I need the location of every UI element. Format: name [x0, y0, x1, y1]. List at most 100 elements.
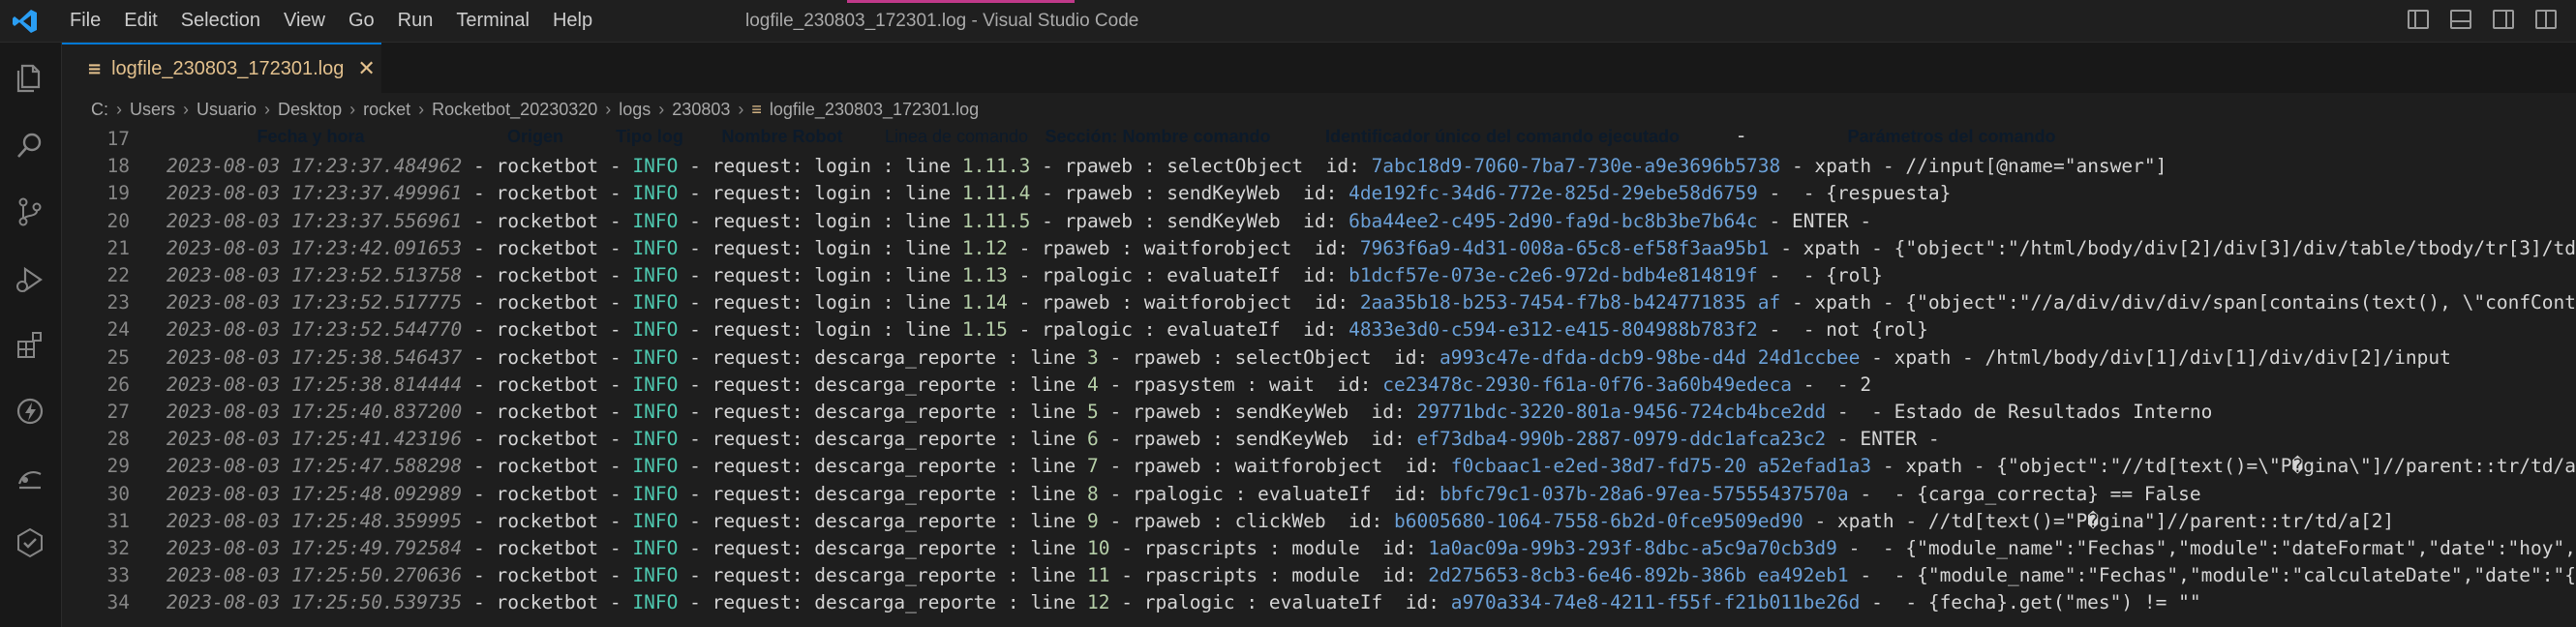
log-command-section: rpascripts : module — [1143, 564, 1360, 587]
breadcrumb-item[interactable]: rocket — [363, 100, 410, 120]
run-debug-icon[interactable] — [14, 263, 46, 296]
log-command-params: - - {carga_correcta} == False — [1860, 482, 2201, 505]
chevron-right-icon: › — [658, 99, 665, 119]
line-number: 22 — [106, 264, 130, 286]
log-command-section: rpalogic : evaluateIf — [1042, 318, 1281, 342]
source-control-icon[interactable] — [14, 195, 46, 228]
breadcrumb-item[interactable]: Users — [130, 100, 175, 120]
menu-run[interactable]: Run — [386, 0, 445, 42]
log-command-params: - - Estado de Resultados Interno — [1836, 401, 2213, 423]
menu-terminal[interactable]: Terminal — [444, 0, 541, 42]
log-command-line: 7 — [1087, 455, 1099, 478]
log-level: INFO — [632, 209, 679, 232]
menu-file[interactable]: File — [58, 0, 112, 42]
breadcrumb-item[interactable]: 230803 — [672, 100, 730, 120]
breadcrumb-item[interactable]: logfile_230803_172301.log — [770, 100, 979, 120]
log-line[interactable]: 23 2023-08-03 17:23:52.517775 - rocketbot… — [62, 289, 2576, 316]
breadcrumb-item[interactable]: logs — [619, 100, 651, 120]
log-line[interactable]: 33 2023-08-03 17:25:50.270636 - rocketbot… — [62, 562, 2576, 589]
log-line[interactable]: 26 2023-08-03 17:25:38.814444 - rocketbot… — [62, 372, 1872, 399]
line-number: 21 — [106, 236, 130, 259]
extensions-icon[interactable] — [14, 329, 46, 362]
log-command-id: 4833e3d0-c594-e312-e415-804988b783f2 — [1349, 318, 1758, 342]
log-command-params: - xpath - /html/body/div[1]/div[1]/div/d… — [1871, 345, 2451, 369]
log-line[interactable]: 21 2023-08-03 17:23:42.091653 - rocketbot… — [62, 235, 2576, 262]
menu-edit[interactable]: Edit — [112, 0, 168, 42]
log-command-params: - xpath - {"object":"//a/div/div/div/spa… — [1791, 291, 2576, 314]
menu-go[interactable]: Go — [337, 0, 386, 42]
log-line[interactable]: 18 2023-08-03 17:23:37.484962 - rocketbot… — [62, 153, 2167, 180]
log-origin: rocketbot — [496, 591, 599, 614]
log-line[interactable]: 22 2023-08-03 17:23:52.513758 - rocketbot… — [62, 262, 1883, 289]
explorer-icon[interactable] — [14, 62, 46, 95]
log-command-params: - - {"module_name":"Fechas","module":"ca… — [1860, 564, 2576, 587]
search-icon[interactable] — [14, 130, 46, 163]
log-level: INFO — [632, 155, 679, 178]
log-command-line: 1.12 — [961, 236, 1008, 259]
log-command-id: ef73dba4-990b-2887-0979-ddc1afca23c2 — [1416, 428, 1827, 451]
log-timestamp: 2023-08-03 17:25:50.270636 — [167, 564, 463, 587]
log-command-params: - - 2 — [1803, 373, 1872, 396]
line-number: 24 — [106, 318, 130, 342]
log-line[interactable]: 30 2023-08-03 17:25:48.092989 - rocketbot… — [62, 481, 2201, 508]
log-level: INFO — [632, 345, 679, 369]
menu-help[interactable]: Help — [541, 0, 604, 42]
line-number: 25 — [106, 345, 130, 369]
breadcrumb-item[interactable]: C: — [91, 100, 108, 120]
breadcrumb-item[interactable]: Desktop — [278, 100, 342, 120]
log-command-section: rpaweb : sendKeyWeb — [1064, 182, 1281, 205]
editor-text-area[interactable]: 17 18 2023-08-03 17:23:37.484962 - rocketb… — [62, 126, 2576, 627]
log-command-id: bbfc79c1-037b-28a6-97ea-57555437570a — [1440, 482, 1849, 505]
log-timestamp: 2023-08-03 17:23:42.091653 — [167, 236, 463, 259]
log-line[interactable]: 28 2023-08-03 17:25:41.423196 - rocketbot… — [62, 426, 1940, 453]
log-origin: rocketbot — [496, 455, 599, 478]
log-command-id: a970a334-74e8-4211-f55f-f21b011be26d — [1450, 591, 1861, 614]
log-line[interactable]: 31 2023-08-03 17:25:48.359995 - rocketbot… — [62, 508, 2395, 535]
toggle-primary-sidebar-icon[interactable] — [2408, 10, 2429, 29]
menu-selection[interactable]: Selection — [169, 0, 272, 42]
log-command-line: 1.15 — [961, 318, 1008, 342]
menu-view[interactable]: View — [272, 0, 337, 42]
line-number: 29 — [106, 455, 130, 478]
close-tab-icon[interactable]: ✕ — [357, 57, 375, 81]
line-number: 23 — [106, 291, 130, 314]
toggle-secondary-sidebar-icon[interactable] — [2493, 10, 2514, 29]
log-level: INFO — [632, 482, 679, 505]
rocketbot-icon[interactable] — [14, 395, 46, 428]
chevron-right-icon: › — [349, 99, 356, 119]
tab-logfile[interactable]: ≡ logfile_230803_172301.log ✕ — [62, 43, 381, 93]
log-command-section: rpaweb : waitforobject — [1133, 455, 1383, 478]
log-line[interactable]: 17 — [62, 126, 167, 153]
log-line[interactable]: 27 2023-08-03 17:25:40.837200 - rocketbot… — [62, 399, 2213, 426]
log-robot-name: login — [814, 291, 871, 314]
accounts-icon[interactable] — [14, 526, 46, 559]
log-command-section: rpasystem : wait — [1133, 373, 1315, 396]
log-line[interactable]: 29 2023-08-03 17:25:47.588298 - rocketbot… — [62, 453, 2576, 480]
line-number: 18 — [106, 155, 130, 178]
log-timestamp: 2023-08-03 17:25:38.546437 — [167, 345, 463, 369]
log-command-section: rpaweb : sendKeyWeb — [1064, 209, 1281, 232]
log-line[interactable]: 32 2023-08-03 17:25:49.792584 - rocketbot… — [62, 535, 2576, 562]
log-command-id: 6ba44ee2-c495-2d90-fa9d-bc8b3be7b64c — [1349, 209, 1758, 232]
log-level: INFO — [632, 509, 679, 532]
log-origin: rocketbot — [496, 182, 599, 205]
log-origin: rocketbot — [496, 291, 599, 314]
log-robot-name: descarga_reporte — [814, 373, 997, 396]
log-command-section: rpaweb : clickWeb — [1133, 509, 1326, 532]
customize-layout-icon[interactable] — [2535, 10, 2557, 29]
log-line[interactable]: 20 2023-08-03 17:23:37.556961 - rocketbot… — [62, 208, 1872, 235]
log-origin: rocketbot — [496, 401, 599, 423]
log-robot-name: descarga_reporte — [814, 537, 997, 559]
log-line[interactable]: 34 2023-08-03 17:25:50.539735 - rocketbot… — [62, 589, 2201, 616]
log-command-line: 10 — [1087, 537, 1110, 559]
breadcrumb-item[interactable]: Usuario — [197, 100, 257, 120]
log-line[interactable]: 19 2023-08-03 17:23:37.499961 - rocketbot… — [62, 180, 1952, 207]
log-robot-name: login — [814, 264, 871, 286]
vscode-logo-icon[interactable] — [12, 8, 39, 35]
log-line[interactable]: 24 2023-08-03 17:23:52.544770 - rocketbot… — [62, 316, 1928, 343]
log-file-icon: ≡ — [87, 58, 103, 79]
log-line[interactable]: 25 2023-08-03 17:25:38.546437 - rocketbot… — [62, 344, 2451, 372]
remote-icon[interactable] — [14, 461, 46, 493]
breadcrumb-item[interactable]: Rocketbot_20230320 — [432, 100, 597, 120]
toggle-panel-icon[interactable] — [2450, 10, 2471, 29]
